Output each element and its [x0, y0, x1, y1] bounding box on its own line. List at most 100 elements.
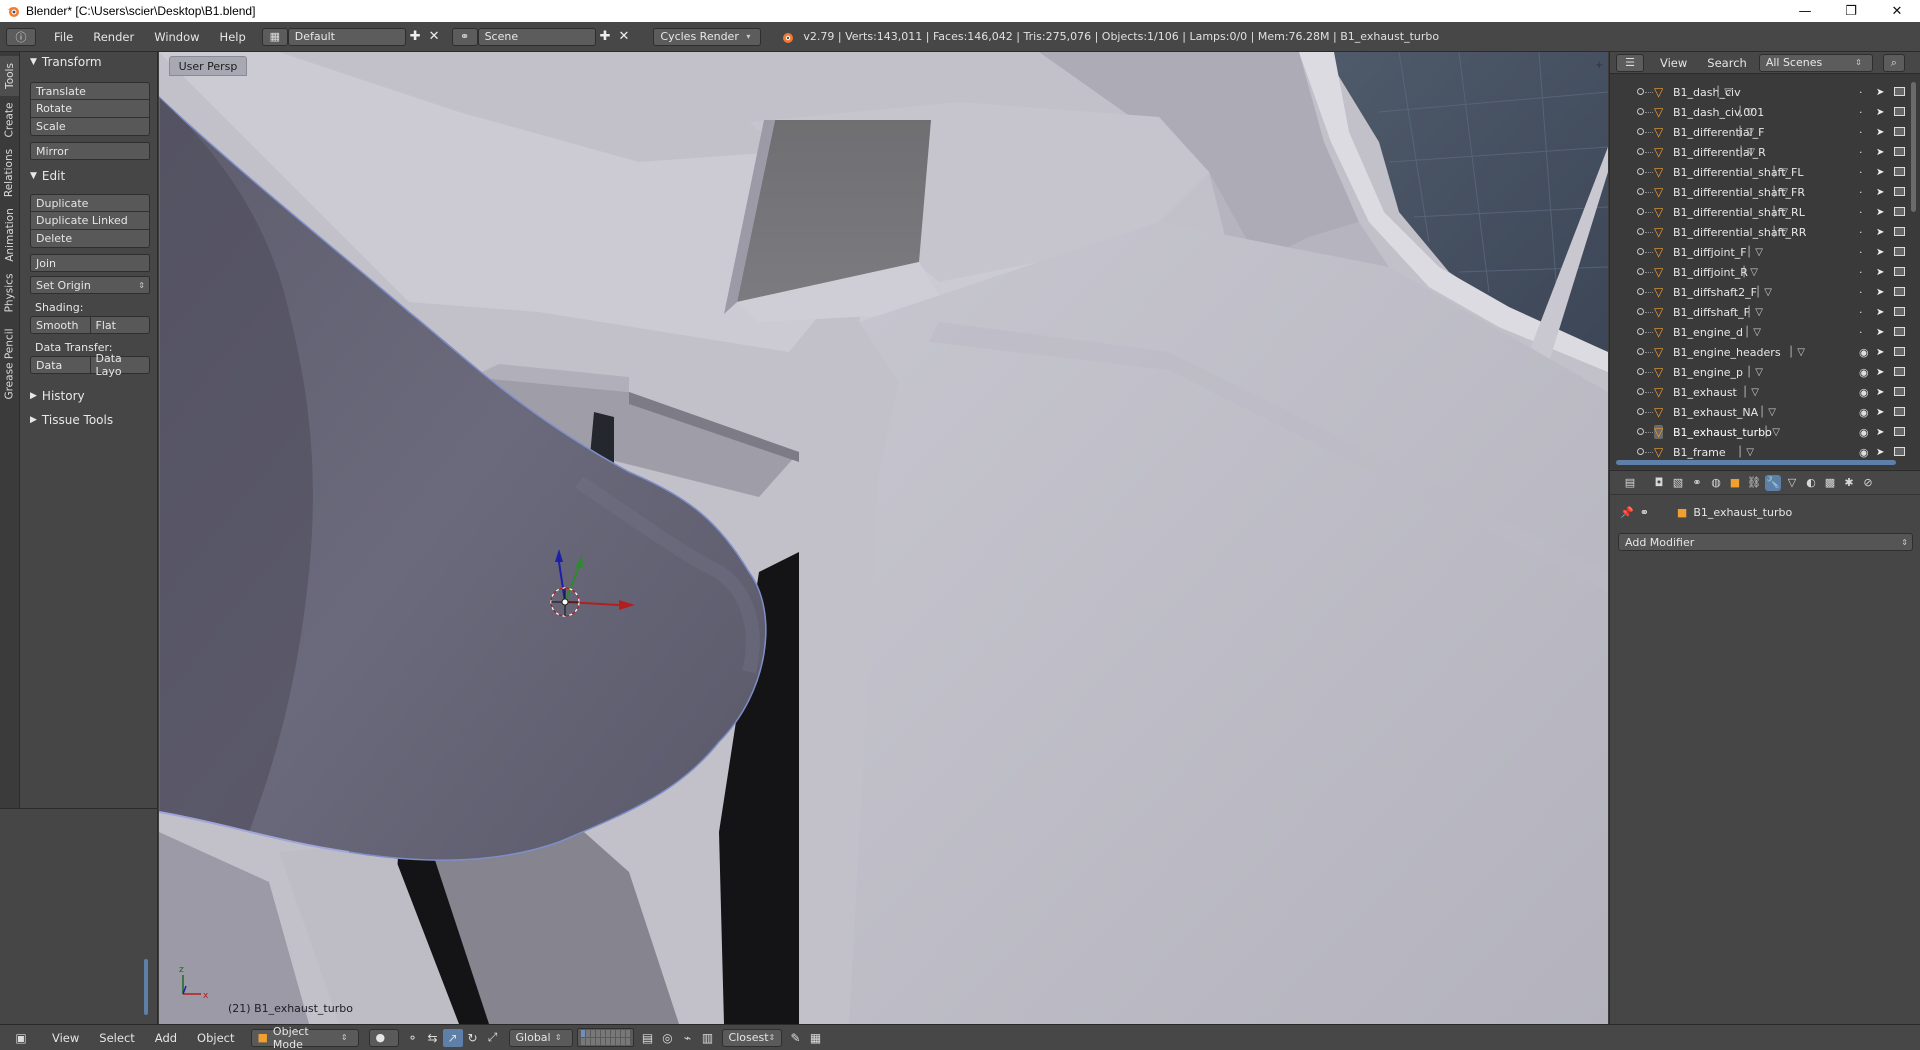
physics-tab-icon[interactable]: ⊘	[1860, 475, 1876, 491]
outliner-menu-view[interactable]: View	[1650, 56, 1697, 70]
mesh-data-icon[interactable]: │ ▽	[1737, 127, 1754, 138]
manipulator-toggle-icon[interactable]: ⇆	[423, 1029, 443, 1047]
mesh-data-icon[interactable]: │ ▽	[1738, 147, 1755, 158]
selectable-arrow-icon[interactable]: ➤	[1876, 347, 1884, 358]
scene-tab-icon[interactable]: ⚭	[1689, 475, 1705, 491]
footer-menu-add[interactable]: Add	[145, 1031, 187, 1045]
eye-closed-icon[interactable]: ·	[1859, 186, 1863, 199]
render-tab-icon[interactable]: ◘	[1651, 475, 1667, 491]
outliner-item[interactable]: ▽ B1_dash_civ.001 │ ▽ · ➤	[1610, 102, 1910, 122]
tab-tools[interactable]: Tools	[0, 56, 19, 96]
selectable-arrow-icon[interactable]: ➤	[1876, 367, 1884, 378]
history-panel-header[interactable]: ▶ History	[20, 386, 157, 406]
render-camera-icon[interactable]	[1894, 87, 1905, 96]
footer-menu-view[interactable]: View	[42, 1031, 89, 1045]
rotate-manipulator-icon[interactable]: ↻	[463, 1029, 483, 1047]
selectable-arrow-icon[interactable]: ➤	[1876, 247, 1884, 258]
transform-panel-header[interactable]: ▼ Transform	[20, 52, 157, 72]
render-camera-icon[interactable]	[1894, 307, 1905, 316]
remove-scene-icon[interactable]: ✕	[618, 29, 629, 44]
footer-menu-object[interactable]: Object	[187, 1031, 244, 1045]
outliner-item[interactable]: ▽ B1_engine_headers │ ▽ ◉ ➤	[1610, 342, 1910, 362]
proportional-edit-icon[interactable]: ◎	[658, 1029, 678, 1047]
selectable-arrow-icon[interactable]: ➤	[1876, 187, 1884, 198]
menu-render[interactable]: Render	[83, 30, 144, 44]
outliner-display-mode-select[interactable]: All Scenes ⇕	[1758, 53, 1873, 72]
tab-grease-pencil[interactable]: Grease Pencil	[0, 320, 19, 408]
lock-layers-icon[interactable]: ▤	[638, 1029, 658, 1047]
selectable-arrow-icon[interactable]: ➤	[1876, 387, 1884, 398]
outliner-item[interactable]: ▽ B1_differential_F │ ▽ · ➤	[1610, 122, 1910, 142]
snap-target-select[interactable]: Closest ⇕	[721, 1028, 782, 1047]
outliner-item[interactable]: ▽ B1_engine_p │ ▽ ◉ ➤	[1610, 362, 1910, 382]
mesh-data-icon[interactable]: │ ▽	[1741, 267, 1758, 278]
outliner-item[interactable]: ▽ B1_diffjoint_F │ ▽ · ➤	[1610, 242, 1910, 262]
mesh-data-icon[interactable]: │ ▽	[1746, 367, 1763, 378]
selectable-arrow-icon[interactable]: ➤	[1876, 167, 1884, 178]
translate-manipulator-icon[interactable]: ↗	[442, 1028, 463, 1047]
selectable-arrow-icon[interactable]: ➤	[1876, 447, 1884, 458]
object-tab-icon[interactable]: ■	[1727, 475, 1743, 491]
outliner-menu-search[interactable]: Search	[1697, 56, 1757, 70]
scene-field[interactable]: Scene	[477, 27, 596, 46]
remove-layout-icon[interactable]: ✕	[429, 29, 440, 44]
selectable-arrow-icon[interactable]: ➤	[1876, 227, 1884, 238]
eye-closed-icon[interactable]: ·	[1859, 226, 1863, 239]
eye-closed-icon[interactable]: ·	[1859, 306, 1863, 319]
outliner-item[interactable]: ▽ B1_differential_shaft_RR │ ▽ · ➤	[1610, 222, 1910, 242]
eye-closed-icon[interactable]: ·	[1859, 166, 1863, 179]
edit-panel-header[interactable]: ▼ Edit	[20, 166, 157, 186]
tissue-tools-panel-header[interactable]: ▶ Tissue Tools	[20, 410, 157, 430]
selectable-arrow-icon[interactable]: ➤	[1876, 287, 1884, 298]
outliner-item[interactable]: ▽ B1_differential_shaft_RL │ ▽ · ➤	[1610, 202, 1910, 222]
restore-button[interactable]: ❐	[1828, 0, 1874, 22]
screen-layout-field[interactable]: Default	[287, 27, 406, 46]
duplicate-linked-button[interactable]: Duplicate Linked	[30, 212, 150, 230]
world-tab-icon[interactable]: ◍	[1708, 475, 1724, 491]
render-camera-icon[interactable]	[1894, 207, 1905, 216]
selectable-arrow-icon[interactable]: ➤	[1876, 407, 1884, 418]
eye-closed-icon[interactable]: ·	[1859, 266, 1863, 279]
selectable-arrow-icon[interactable]: ➤	[1876, 307, 1884, 318]
texture-tab-icon[interactable]: ▩	[1822, 475, 1838, 491]
mesh-data-icon[interactable]: │ ▽	[1788, 347, 1805, 358]
outliner-item[interactable]: ▽ B1_frame │ ▽ ◉ ➤	[1610, 442, 1910, 462]
translate-button[interactable]: Translate	[30, 82, 150, 100]
render-camera-icon[interactable]	[1894, 227, 1905, 236]
set-origin-select[interactable]: Set Origin ⇕	[30, 276, 150, 294]
snap-element-icon[interactable]: ▥	[698, 1029, 718, 1047]
eye-closed-icon[interactable]: ·	[1859, 286, 1863, 299]
pivot-point-icon[interactable]: ⚬	[403, 1029, 423, 1047]
render-camera-icon[interactable]	[1894, 347, 1905, 356]
duplicate-button[interactable]: Duplicate	[30, 194, 150, 212]
eye-closed-icon[interactable]: ·	[1859, 126, 1863, 139]
render-camera-icon[interactable]	[1894, 287, 1905, 296]
mesh-data-icon[interactable]: │ ▽	[1759, 407, 1776, 418]
tab-physics[interactable]: Physics	[0, 268, 19, 318]
scale-manipulator-icon[interactable]: ⤢	[483, 1029, 503, 1047]
material-tab-icon[interactable]: ◐	[1803, 475, 1819, 491]
outliner-item[interactable]: ▽ B1_exhaust_NA │ ▽ ◉ ➤	[1610, 402, 1910, 422]
delete-button[interactable]: Delete	[30, 230, 150, 248]
render-animation-icon[interactable]: ▦	[806, 1029, 826, 1047]
flat-shading-button[interactable]: Flat	[90, 316, 150, 334]
outliner-item[interactable]: ▽ B1_diffjoint_R │ ▽ · ➤	[1610, 262, 1910, 282]
menu-window[interactable]: Window	[144, 30, 209, 44]
add-scene-icon[interactable]: ✚	[600, 29, 611, 44]
render-camera-icon[interactable]	[1894, 427, 1905, 436]
render-camera-icon[interactable]	[1894, 247, 1905, 256]
redo-panel-scrollbar[interactable]	[144, 959, 148, 1015]
mesh-data-icon[interactable]: │ ▽	[1746, 247, 1763, 258]
modifiers-tab-icon[interactable]: 🔧	[1765, 474, 1781, 491]
selectable-arrow-icon[interactable]: ➤	[1876, 107, 1884, 118]
3d-viewport[interactable]: z x + User Persp (21) B1_exhaust_turbo	[159, 52, 1608, 1024]
render-camera-icon[interactable]	[1894, 407, 1905, 416]
eye-open-icon[interactable]: ◉	[1859, 366, 1869, 379]
selectable-arrow-icon[interactable]: ➤	[1876, 87, 1884, 98]
scene-layers-1[interactable]	[576, 1028, 634, 1047]
tab-relations[interactable]: Relations	[0, 144, 19, 202]
add-modifier-select[interactable]: Add Modifier ⇕	[1618, 533, 1913, 551]
menu-help[interactable]: Help	[210, 30, 256, 44]
render-camera-icon[interactable]	[1894, 387, 1905, 396]
eye-closed-icon[interactable]: ·	[1859, 206, 1863, 219]
